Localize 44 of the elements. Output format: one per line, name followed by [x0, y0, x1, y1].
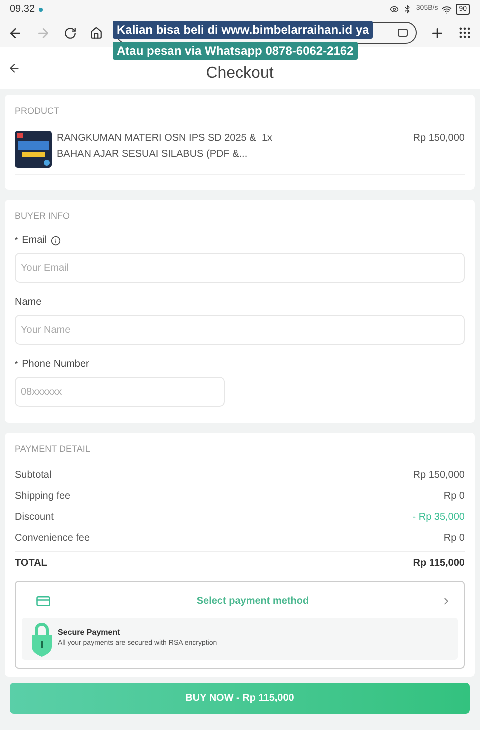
payment-label: Discount: [15, 510, 54, 524]
payment-value: - Rp 35,000: [412, 510, 465, 524]
field-label: Name: [15, 296, 42, 310]
input-field[interactable]: Your Email: [15, 253, 465, 283]
bluetooth-icon: [403, 5, 412, 14]
reload-icon[interactable]: [64, 26, 77, 40]
caption-overlay: Kalian bisa beli di www.bimbelarraihan.id ya: [113, 21, 374, 39]
home-icon[interactable]: [90, 26, 103, 40]
padlock-icon: [30, 620, 54, 656]
payment-value: Rp 115,000: [413, 556, 465, 570]
section-heading: PAYMENT DETAIL: [15, 443, 92, 456]
payment-label: Convenience fee: [15, 532, 90, 546]
buy-now-button[interactable]: BUY NOW - Rp 115,000: [10, 682, 470, 714]
payment-value: Rp 0: [444, 532, 465, 546]
required-asterisk: *: [15, 358, 18, 370]
back-icon[interactable]: [8, 62, 21, 74]
payment-value: Rp 0: [444, 490, 465, 504]
input-field[interactable]: Your Name: [15, 315, 465, 345]
input-field[interactable]: 08xxxxxx: [15, 377, 225, 407]
product-name: RANGKUMAN MATERI OSN IPS SD 2025 & BAHAN AJAR SESUAI SILABUS (PDF &...: [57, 132, 257, 162]
payment-label: Subtotal: [15, 468, 52, 482]
payment-label: Shipping fee: [15, 490, 71, 504]
card-icon: [36, 594, 51, 609]
select-payment-method-button[interactable]: Select payment method: [22, 586, 458, 618]
field-label: Phone Number: [22, 358, 90, 372]
product-quantity: 1x: [262, 132, 274, 146]
tab-switcher-icon[interactable]: [398, 29, 408, 37]
notification-icon: [39, 8, 44, 12]
secure-payment-title: Secure Payment: [58, 627, 122, 640]
eye-icon: [390, 5, 400, 14]
product-price: Rp 150,000: [413, 132, 465, 146]
menu-icon[interactable]: [458, 26, 472, 40]
payment-value: Rp 150,000: [413, 468, 465, 482]
back-icon[interactable]: [8, 26, 23, 40]
payment-label: TOTAL: [15, 556, 48, 570]
wifi-icon: [442, 4, 452, 14]
section-heading: PRODUCT: [15, 105, 60, 118]
required-asterisk: *: [15, 234, 18, 246]
caption-overlay: Atau pesan via Whatsapp 0878-6062-2162: [113, 42, 358, 60]
status-time: 09.32: [10, 3, 36, 17]
section-heading: BUYER INFO: [15, 210, 72, 222]
page-title: Checkout: [206, 65, 274, 83]
new-tab-icon[interactable]: [430, 26, 445, 40]
field-label: Email: [22, 234, 48, 248]
